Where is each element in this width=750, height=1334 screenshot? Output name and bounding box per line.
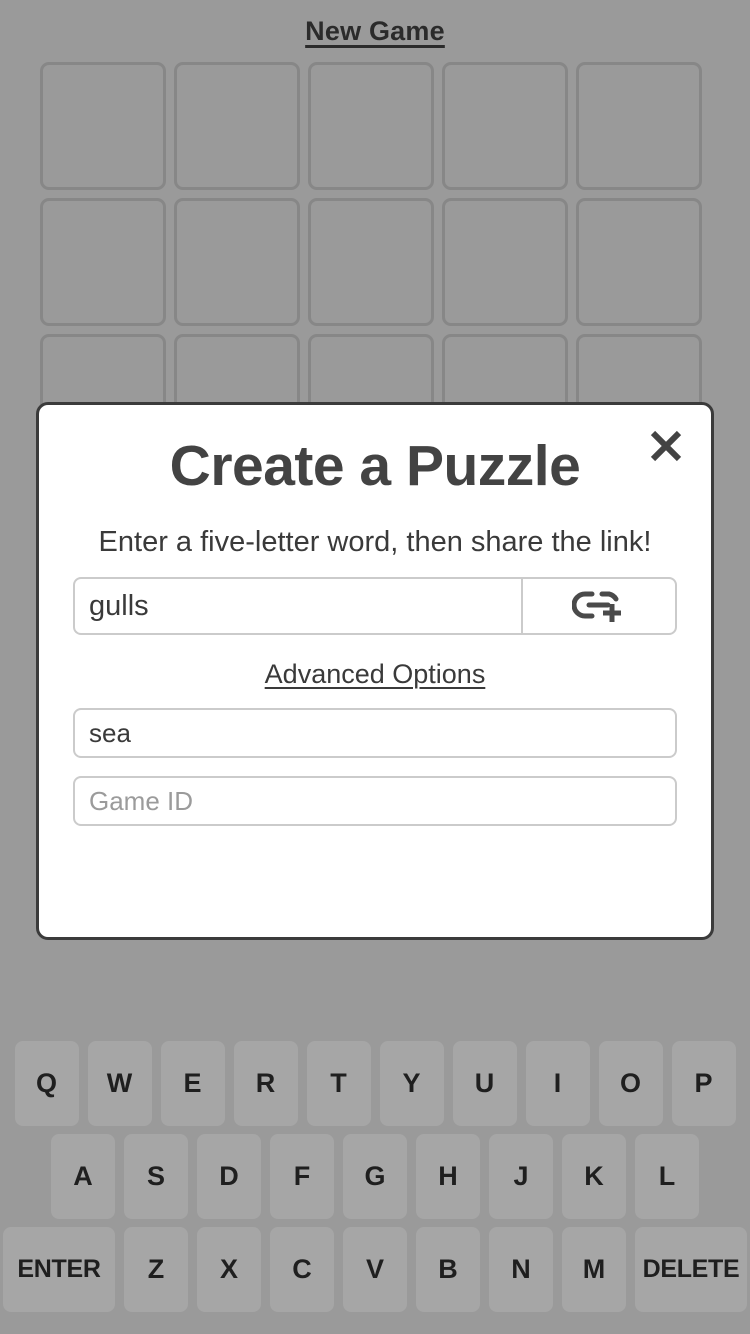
- key-b[interactable]: B: [416, 1227, 480, 1312]
- key-o[interactable]: O: [598, 1041, 663, 1126]
- key-a[interactable]: A: [51, 1134, 115, 1219]
- key-delete[interactable]: DELETE: [635, 1227, 747, 1312]
- game-id-input[interactable]: [73, 776, 677, 827]
- add-link-icon: [572, 587, 626, 625]
- modal-instruction: Enter a five-letter word, then share the…: [98, 525, 652, 558]
- new-game-link[interactable]: New Game: [305, 16, 445, 47]
- board-tile: [40, 198, 166, 326]
- close-button[interactable]: [643, 423, 689, 469]
- key-u[interactable]: U: [452, 1041, 517, 1126]
- keyboard-row-2: A S D F G H J K L: [0, 1134, 750, 1219]
- keyboard-row-1: Q W E R T Y U I O P: [0, 1041, 750, 1126]
- key-j[interactable]: J: [489, 1134, 553, 1219]
- key-h[interactable]: H: [416, 1134, 480, 1219]
- board-row: [40, 62, 710, 190]
- board-tile: [442, 198, 568, 326]
- modal-title: Create a Puzzle: [169, 434, 581, 498]
- board-row: [40, 198, 710, 326]
- key-g[interactable]: G: [343, 1134, 407, 1219]
- board-tile: [308, 62, 434, 190]
- hint-input[interactable]: [73, 708, 677, 759]
- board-tile: [174, 198, 300, 326]
- board-tile: [174, 62, 300, 190]
- key-d[interactable]: D: [197, 1134, 261, 1219]
- word-entry-row: [73, 577, 677, 636]
- create-link-button[interactable]: [521, 577, 677, 636]
- key-n[interactable]: N: [489, 1227, 553, 1312]
- key-v[interactable]: V: [343, 1227, 407, 1312]
- key-k[interactable]: K: [562, 1134, 626, 1219]
- board-tile: [308, 198, 434, 326]
- key-z[interactable]: Z: [124, 1227, 188, 1312]
- key-m[interactable]: M: [562, 1227, 626, 1312]
- key-w[interactable]: W: [87, 1041, 152, 1126]
- key-t[interactable]: T: [306, 1041, 371, 1126]
- key-l[interactable]: L: [635, 1134, 699, 1219]
- board-tile: [576, 62, 702, 190]
- key-f[interactable]: F: [270, 1134, 334, 1219]
- board-tile: [442, 62, 568, 190]
- board-tile: [576, 198, 702, 326]
- key-x[interactable]: X: [197, 1227, 261, 1312]
- key-q[interactable]: Q: [14, 1041, 79, 1126]
- close-icon: [643, 423, 689, 469]
- key-c[interactable]: C: [270, 1227, 334, 1312]
- key-s[interactable]: S: [124, 1134, 188, 1219]
- on-screen-keyboard: Q W E R T Y U I O P A S D F G H J K L EN…: [0, 1041, 750, 1334]
- new-game-bar: New Game: [0, 0, 750, 62]
- key-r[interactable]: R: [233, 1041, 298, 1126]
- create-puzzle-modal: Create a Puzzle Enter a five-letter word…: [36, 402, 714, 940]
- board-tile: [40, 62, 166, 190]
- keyboard-row-3: ENTER Z X C V B N M DELETE: [0, 1227, 750, 1312]
- key-y[interactable]: Y: [379, 1041, 444, 1126]
- key-i[interactable]: I: [525, 1041, 590, 1126]
- key-enter[interactable]: ENTER: [3, 1227, 115, 1312]
- word-input[interactable]: [73, 577, 521, 636]
- key-e[interactable]: E: [160, 1041, 225, 1126]
- key-p[interactable]: P: [671, 1041, 736, 1126]
- advanced-options-toggle[interactable]: Advanced Options: [73, 659, 677, 690]
